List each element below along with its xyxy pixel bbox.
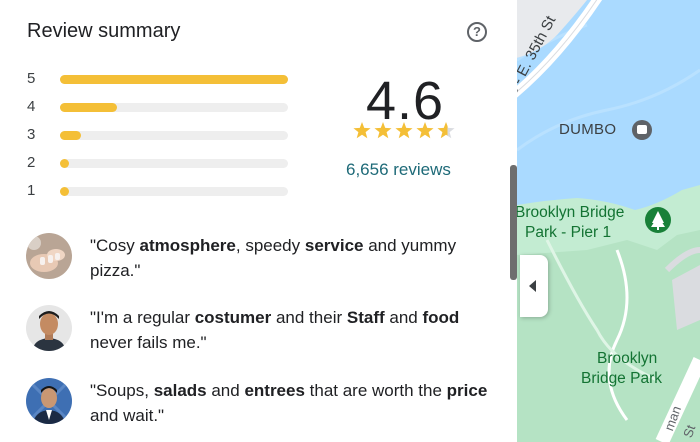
review-text: "Cosy atmosphere, speedy service and yum… [90, 236, 457, 280]
review-snippet[interactable]: "Soups, salads and entrees that are wort… [26, 378, 487, 434]
average-rating-value: 4.6 [365, 71, 445, 131]
rating-distribution: 5 4 3 2 1 [27, 70, 292, 210]
rating-bar-fill [60, 75, 288, 84]
rating-bar-label: 2 [27, 154, 36, 171]
rating-bar-label: 3 [27, 126, 36, 143]
reviews-count-link[interactable]: 6,656 reviews [346, 160, 451, 180]
star-icon [353, 122, 371, 139]
reviewer-avatar[interactable] [26, 378, 72, 424]
star-icon [416, 122, 434, 139]
rating-bar-row[interactable]: 2 [27, 154, 292, 182]
dumbo-label[interactable]: DUMBO [559, 120, 616, 140]
average-rating: 4.6 [340, 71, 470, 131]
star-rating-icon [352, 121, 456, 141]
rating-bar-fill [60, 131, 81, 140]
map-view[interactable]: ds - E. 35th St DUMBO Brooklyn Bridge Pa… [517, 0, 700, 442]
pier-label-line1[interactable]: Brooklyn Bridge [517, 203, 624, 223]
review-snippet[interactable]: "I'm a regular costumer and their Staff … [26, 305, 486, 361]
collapse-panel-button[interactable] [520, 255, 548, 317]
reviewer-avatar[interactable] [26, 233, 72, 279]
rating-bar-track [60, 131, 288, 140]
park-label-line1[interactable]: Brooklyn [597, 349, 657, 369]
chevron-left-icon [529, 280, 536, 292]
rating-bar-fill [60, 103, 117, 112]
star-icon [395, 122, 413, 139]
review-snippet[interactable]: "Cosy atmosphere, speedy service and yum… [26, 233, 486, 289]
rating-bar-row[interactable]: 5 [27, 70, 292, 98]
star-icon [374, 122, 392, 139]
question-circle-icon[interactable]: ? [467, 22, 487, 42]
panel-scrollbar[interactable] [510, 165, 517, 280]
rating-bar-fill [60, 187, 69, 196]
review-text: "I'm a regular costumer and their Staff … [90, 308, 460, 352]
rating-bar-row[interactable]: 4 [27, 98, 292, 126]
rating-bar-row[interactable]: 1 [27, 182, 292, 210]
star-icon [437, 122, 455, 139]
rating-bar-track [60, 187, 288, 196]
reviewer-avatar[interactable] [26, 305, 72, 351]
rating-bar-track [60, 103, 288, 112]
rating-bar-fill [60, 159, 69, 168]
rating-bar-track [60, 75, 288, 84]
review-text: "Soups, salads and entrees that are wort… [90, 381, 488, 425]
review-summary-panel: Review summary ? 5 4 3 2 1 4.6 6,656 rev… [0, 0, 512, 442]
panel-title: Review summary [27, 20, 181, 42]
rating-bar-label: 5 [27, 70, 36, 87]
rating-bar-track [60, 159, 288, 168]
rating-bar-row[interactable]: 3 [27, 126, 292, 154]
park-label-line2[interactable]: Bridge Park [581, 369, 662, 389]
rating-bar-label: 4 [27, 98, 36, 115]
rating-bar-label: 1 [27, 182, 36, 199]
pier-label-line2[interactable]: Park - Pier 1 [525, 223, 611, 243]
